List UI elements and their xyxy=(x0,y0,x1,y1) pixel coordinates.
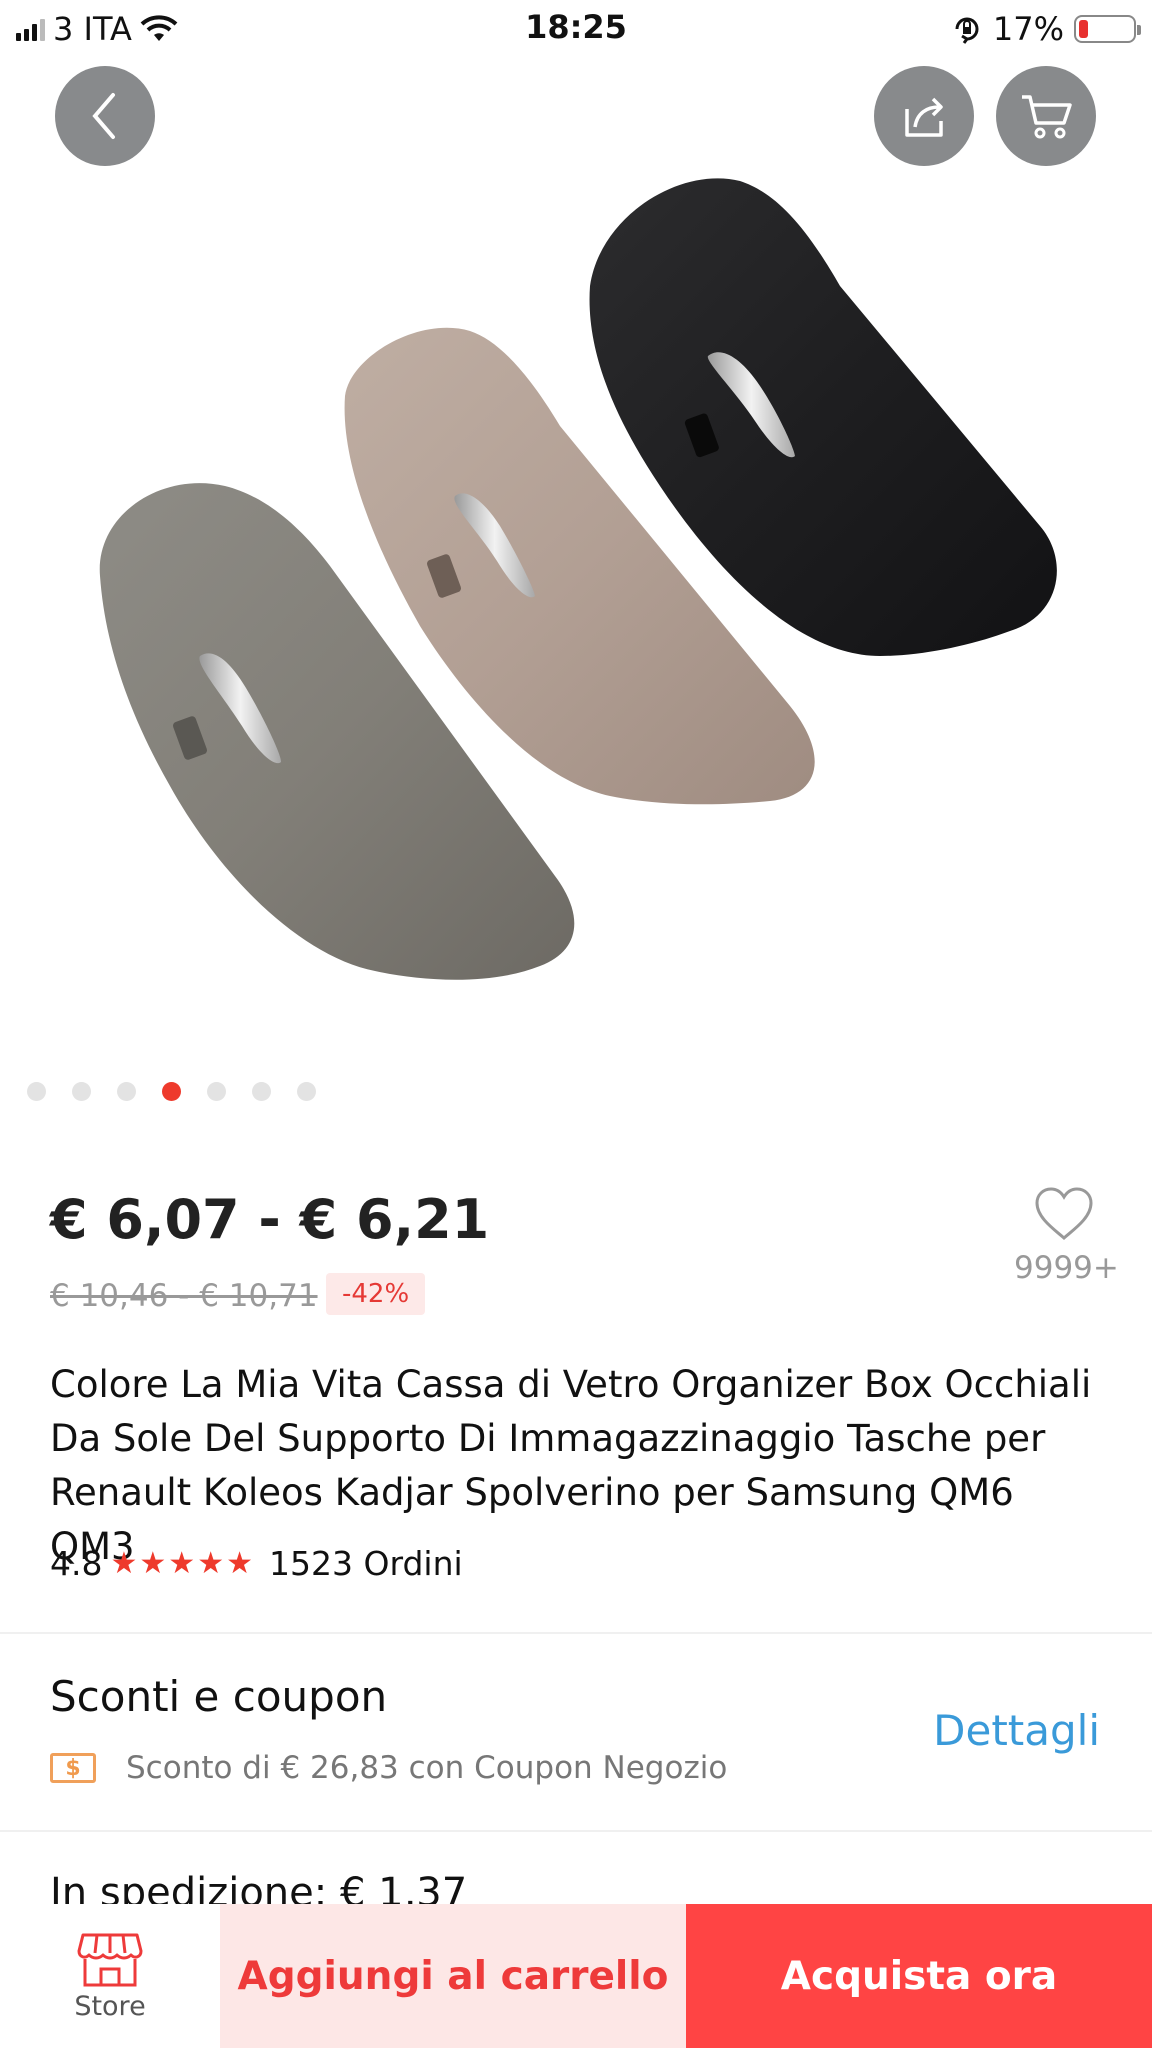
gallery-dot[interactable] xyxy=(207,1082,226,1101)
bottom-action-bar: Store Aggiungi al carrello Acquista ora xyxy=(0,1904,1152,2048)
battery-percent: 17% xyxy=(992,10,1064,48)
orientation-lock-icon xyxy=(955,17,979,44)
back-button[interactable] xyxy=(55,66,155,166)
cart-button[interactable] xyxy=(996,66,1096,166)
coupon-description: Sconto di € 26,83 con Coupon Negozio xyxy=(126,1750,728,1786)
wishlist-count: 9999+ xyxy=(1014,1250,1119,1286)
gallery-dot[interactable] xyxy=(252,1082,271,1101)
rating-stars: ★ ★ ★ ★ ★ xyxy=(110,1546,253,1581)
star-icon: ★ xyxy=(197,1546,225,1581)
gallery-dot[interactable] xyxy=(72,1082,91,1101)
heart-icon xyxy=(1035,1187,1093,1241)
back-icon xyxy=(92,93,115,139)
gallery-pagination[interactable] xyxy=(27,1082,316,1101)
original-price: € 10,46 - € 10,71 xyxy=(50,1278,318,1314)
price-range: € 6,07 - € 6,21 xyxy=(50,1188,490,1251)
details-link[interactable]: Dettagli xyxy=(933,1706,1100,1755)
add-to-cart-button[interactable]: Aggiungi al carrello xyxy=(220,1904,686,2048)
rating-row[interactable]: 4.8 ★ ★ ★ ★ ★ 1523 Ordini xyxy=(50,1544,463,1583)
cart-icon xyxy=(1022,95,1072,139)
star-icon: ★ xyxy=(139,1546,167,1581)
star-icon: ★ xyxy=(110,1546,138,1581)
coupon-row[interactable]: $ Sconto di € 26,83 con Coupon Negozio xyxy=(50,1750,727,1786)
star-icon: ★ xyxy=(168,1546,196,1581)
coupons-title: Sconti e coupon xyxy=(50,1672,388,1721)
store-icon xyxy=(77,1933,143,1986)
gallery-dot-active[interactable] xyxy=(162,1082,181,1101)
store-label: Store xyxy=(74,1990,146,2022)
wishlist-button[interactable]: 9999+ xyxy=(1014,1186,1119,1286)
status-bar: 3 ITA 18:25 17% xyxy=(0,0,1152,56)
battery-icon xyxy=(1074,15,1141,43)
discount-badge: -42% xyxy=(326,1273,426,1315)
product-gallery[interactable] xyxy=(0,56,1152,1146)
star-icon: ★ xyxy=(226,1546,254,1581)
gallery-dot[interactable] xyxy=(27,1082,46,1101)
store-button[interactable]: Store xyxy=(0,1904,220,2048)
share-button[interactable] xyxy=(874,66,974,166)
gallery-dot[interactable] xyxy=(117,1082,136,1101)
coupon-icon: $ xyxy=(50,1753,96,1783)
orders-count: 1523 Ordini xyxy=(269,1544,463,1583)
share-icon xyxy=(905,97,943,137)
divider xyxy=(0,1830,1152,1832)
rating-value: 4.8 xyxy=(50,1544,103,1583)
product-title: Colore La Mia Vita Cassa di Vetro Organi… xyxy=(50,1363,1092,1568)
battery-fill xyxy=(1079,20,1088,38)
status-right: 17% xyxy=(951,10,1141,48)
product-image xyxy=(99,178,1057,980)
gallery-dot[interactable] xyxy=(297,1082,316,1101)
divider xyxy=(0,1632,1152,1634)
buy-now-button[interactable]: Acquista ora xyxy=(686,1904,1152,2048)
